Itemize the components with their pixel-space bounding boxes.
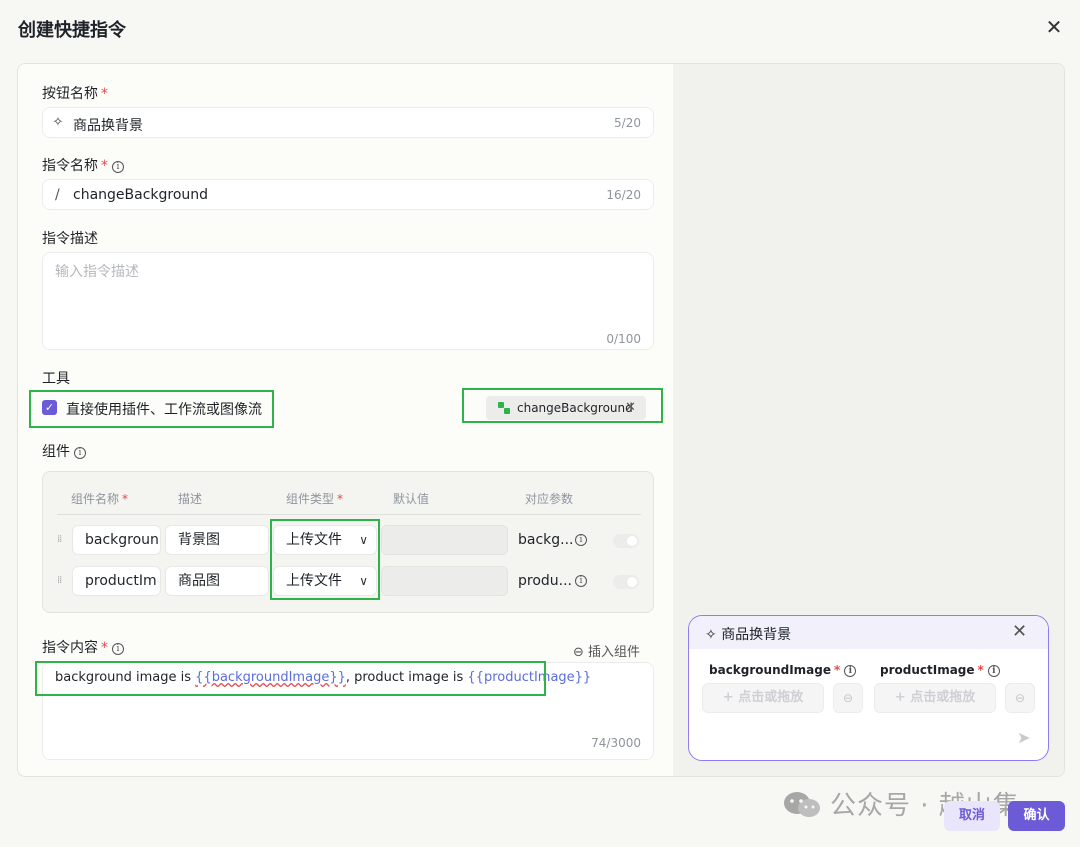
wechat-icon	[784, 792, 820, 817]
confirm-button[interactable]: 确认	[1008, 801, 1065, 831]
link-icon[interactable]: ⊖	[833, 683, 863, 713]
command-desc-placeholder: 输入指令描述	[55, 264, 139, 280]
send-icon[interactable]: ➤	[1017, 728, 1030, 747]
plus-icon: +	[722, 690, 739, 705]
info-icon[interactable]: i	[987, 665, 1000, 677]
preview-title: ✧ 商品换背景	[705, 624, 791, 644]
command-name-value: changeBackground	[73, 187, 209, 203]
close-icon[interactable]: ✕	[1012, 621, 1027, 642]
sparkle-icon[interactable]: ✧	[49, 114, 67, 132]
row-default-input	[381, 525, 508, 555]
content-count: 74/3000	[591, 736, 641, 750]
dialog-title: 创建快捷指令	[18, 20, 126, 41]
upload-label: 点击或拖放	[738, 690, 804, 705]
required-mark: *	[977, 663, 984, 677]
required-mark: *	[337, 492, 344, 506]
preview-field-label-text: backgroundImage	[709, 663, 832, 677]
row-toggle[interactable]	[613, 575, 639, 589]
upload-label: 点击或拖放	[910, 690, 976, 705]
button-name-label: 按钮名称 *	[42, 83, 108, 103]
highlight-box	[29, 390, 274, 428]
header-divider	[57, 514, 641, 515]
row-param: produ...	[518, 573, 573, 589]
components-label-text: 组件	[42, 444, 70, 460]
tools-label: 工具	[42, 371, 70, 387]
command-desc-textarea[interactable]: 输入指令描述 0/100	[42, 252, 654, 350]
sparkle-icon: ✧	[705, 627, 717, 643]
required-mark: *	[122, 492, 129, 506]
insert-component-button[interactable]: ⊖ 插入组件	[573, 641, 640, 660]
required-mark: *	[101, 158, 108, 174]
cancel-button[interactable]: 取消	[944, 801, 1000, 831]
command-name-input[interactable]: / changeBackground 16/20	[42, 179, 654, 210]
content-label-text: 指令内容	[42, 640, 98, 656]
required-mark: *	[101, 640, 108, 656]
upload-button[interactable]: + 点击或拖放	[874, 683, 996, 713]
required-mark: *	[101, 86, 108, 102]
preview-card: ✧ 商品换背景 ✕ backgroundImage * i productImage…	[688, 615, 1049, 761]
command-name-label: 指令名称 * i	[42, 155, 124, 175]
header-type: 组件类型 *	[286, 490, 343, 507]
header-name-text: 组件名称	[71, 492, 120, 506]
preview-field-label-text: productImage	[880, 663, 975, 677]
link-icon: ⊖	[573, 645, 589, 660]
info-icon[interactable]: i	[575, 575, 587, 587]
button-name-label-text: 按钮名称	[42, 86, 98, 102]
info-icon[interactable]: i	[74, 447, 86, 459]
row-default-input	[381, 566, 508, 596]
row-param: backg...	[518, 532, 574, 548]
command-name-label-text: 指令名称	[42, 158, 98, 174]
header-name: 组件名称 *	[71, 490, 128, 507]
preview-field-label: productImage * i	[880, 663, 1000, 677]
preview-title-text: 商品换背景	[721, 627, 792, 643]
highlight-box	[270, 519, 380, 600]
preview-header: ✧ 商品换背景 ✕	[689, 616, 1048, 649]
link-icon[interactable]: ⊖	[1005, 683, 1035, 713]
row-name-input[interactable]: backgroun	[72, 525, 161, 555]
content-label: 指令内容 * i	[42, 637, 124, 657]
drag-handle-icon[interactable]: ⁞⁞	[57, 575, 67, 586]
info-icon[interactable]: i	[112, 643, 124, 655]
preview-field-label: backgroundImage * i	[709, 663, 857, 677]
slash-prefix: /	[55, 187, 60, 203]
drag-handle-icon[interactable]: ⁞⁞	[57, 534, 67, 545]
command-desc-count: 0/100	[606, 332, 641, 346]
header-type-text: 组件类型	[286, 492, 335, 506]
required-mark: *	[834, 663, 841, 677]
row-name-input[interactable]: productIm	[72, 566, 161, 596]
upload-button[interactable]: + 点击或拖放	[702, 683, 824, 713]
header-param: 对应参数	[525, 492, 574, 506]
close-icon[interactable]: ✕	[1044, 17, 1064, 37]
components-label: 组件 i	[42, 441, 86, 461]
button-name-count: 5/20	[614, 116, 641, 130]
info-icon[interactable]: i	[575, 534, 587, 546]
header-desc: 描述	[178, 492, 203, 506]
row-toggle[interactable]	[613, 534, 639, 548]
row-desc-input[interactable]: 背景图	[165, 525, 269, 555]
highlight-box	[462, 388, 663, 423]
plus-icon: +	[894, 690, 911, 705]
row-desc-input[interactable]: 商品图	[165, 566, 269, 596]
info-icon[interactable]: i	[112, 161, 124, 173]
info-icon[interactable]: i	[844, 665, 857, 677]
command-desc-label: 指令描述	[42, 231, 98, 247]
highlight-box	[35, 661, 546, 696]
button-name-value: 商品换背景	[73, 118, 143, 134]
header-default: 默认值	[393, 492, 430, 506]
command-name-count: 16/20	[606, 188, 641, 202]
button-name-input[interactable]: ✧ 商品换背景 5/20	[42, 107, 654, 138]
insert-component-label: 插入组件	[588, 645, 641, 660]
